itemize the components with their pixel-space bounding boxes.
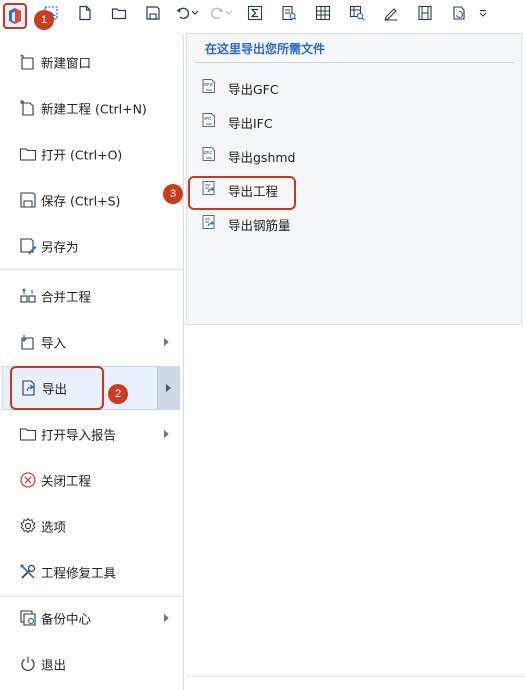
menu-item-label: 导入	[41, 335, 67, 351]
gear-icon	[18, 516, 38, 536]
svg-text:GFC: GFC	[204, 82, 214, 87]
submenu-item-label: 导出工程	[228, 184, 279, 199]
export-submenu: 在这里导出您所需文件 GFC 导出GFC IFC 导出IFC ZFC 导出gsh…	[186, 33, 522, 325]
close-icon	[18, 470, 38, 490]
submenu-item-export-gfc[interactable]: GFC 导出GFC	[197, 73, 497, 101]
export-project-icon	[201, 180, 217, 196]
menu-item-new-window[interactable]: 新建窗口	[0, 40, 184, 84]
submenu-item-export-rebar[interactable]: 导出钢筋量	[197, 209, 497, 237]
menu-item-options[interactable]: 选项	[0, 504, 184, 548]
menu-item-label: 备份中心	[41, 611, 92, 627]
menu-item-label: 工程修复工具	[41, 565, 117, 581]
more-dropdown-icon[interactable]	[476, 3, 490, 23]
quick-access-toolbar	[0, 0, 525, 29]
menu-item-exit[interactable]: 退出	[0, 642, 184, 686]
export-icon	[19, 378, 39, 398]
save-as-icon	[18, 236, 38, 256]
menu-item-import[interactable]: 导入	[0, 320, 184, 364]
refresh-export-icon[interactable]	[448, 3, 470, 23]
menu-item-backup-center[interactable]: 备份中心	[0, 596, 184, 640]
new-window-icon	[18, 52, 38, 72]
submenu-item-export-gshmd[interactable]: ZFC 导出gshmd	[197, 141, 497, 169]
step-badge-2: 2	[108, 384, 128, 404]
find-table-icon[interactable]	[346, 3, 368, 23]
save-icon[interactable]	[142, 3, 164, 23]
undo-dropdown-icon[interactable]	[190, 3, 200, 23]
save-icon	[18, 190, 38, 210]
menu-item-label: 另存为	[41, 239, 79, 255]
backup-icon	[18, 608, 38, 628]
film-icon[interactable]	[414, 3, 436, 23]
file-menu: 新建窗口 新建工程 (Ctrl+N) 打开 (Ctrl+O) 保存 (Ctrl+…	[0, 35, 184, 690]
submenu-divider	[195, 62, 515, 63]
submenu-item-label: 导出钢筋量	[228, 218, 291, 233]
new-file-icon[interactable]	[74, 3, 96, 23]
menu-item-label: 关闭工程	[41, 473, 92, 489]
menu-item-close-project[interactable]: 关闭工程	[0, 458, 184, 502]
submenu-item-label: 导出GFC	[228, 82, 279, 97]
open-folder-icon[interactable]	[108, 3, 130, 23]
step-badge-3: 3	[163, 184, 183, 204]
menu-item-label: 新建窗口	[41, 55, 92, 71]
app-logo-icon	[9, 8, 21, 24]
submenu-arrow-icon	[164, 430, 169, 438]
app-menu-button[interactable]	[3, 3, 27, 29]
submenu-title: 在这里导出您所需文件	[205, 42, 326, 56]
submenu-item-label: 导出IFC	[228, 116, 273, 131]
menu-item-export[interactable]: 导出	[2, 366, 180, 410]
menu-item-save[interactable]: 保存 (Ctrl+S)	[0, 178, 184, 222]
menu-item-label: 打开 (Ctrl+O)	[41, 147, 123, 163]
submenu-item-export-project[interactable]: 导出工程	[197, 175, 497, 203]
menu-item-open-import-report[interactable]: 打开导入报告	[0, 412, 184, 456]
table-icon[interactable]	[312, 3, 334, 23]
menu-item-label: 选项	[41, 519, 67, 535]
export-rebar-icon	[201, 214, 217, 230]
sigma-icon[interactable]	[244, 3, 266, 23]
new-project-icon	[18, 98, 38, 118]
svg-text:IFC: IFC	[204, 116, 212, 121]
step-badge-1: 1	[34, 10, 54, 30]
menu-item-repair-tools[interactable]: 工程修复工具	[0, 550, 184, 594]
open-folder-icon	[18, 144, 38, 164]
gfc-file-icon: GFC	[201, 78, 217, 94]
menu-item-open[interactable]: 打开 (Ctrl+O)	[0, 132, 184, 176]
menu-item-label: 合并工程	[41, 289, 92, 305]
submenu-item-label: 导出gshmd	[228, 150, 296, 165]
svg-text:ZFC: ZFC	[204, 150, 213, 155]
import-icon	[18, 332, 38, 352]
menu-item-label: 退出	[41, 657, 67, 673]
submenu-expand-button[interactable]	[157, 367, 179, 409]
menu-divider	[0, 269, 184, 270]
menu-item-label: 导出	[42, 381, 68, 397]
menu-item-merge-project[interactable]: 合并工程	[0, 274, 184, 318]
report-icon[interactable]	[278, 3, 300, 23]
menu-item-label: 打开导入报告	[41, 427, 117, 443]
power-icon	[18, 654, 38, 674]
content-divider	[186, 676, 525, 677]
menu-item-new-project[interactable]: 新建工程 (Ctrl+N)	[0, 86, 184, 130]
menu-item-label: 新建工程 (Ctrl+N)	[41, 101, 147, 117]
menu-item-save-as[interactable]: 另存为	[0, 224, 184, 268]
open-report-icon	[18, 424, 38, 444]
submenu-arrow-icon	[164, 338, 169, 346]
zfc-file-icon: ZFC	[201, 146, 217, 162]
redo-dropdown-icon[interactable]	[224, 3, 234, 23]
menu-item-label: 保存 (Ctrl+S)	[41, 193, 121, 209]
submenu-item-export-ifc[interactable]: IFC 导出IFC	[197, 107, 497, 135]
edit-pen-icon[interactable]	[380, 3, 402, 23]
merge-icon	[18, 286, 38, 306]
ifc-file-icon: IFC	[201, 112, 217, 128]
repair-tools-icon	[18, 562, 38, 582]
submenu-arrow-icon	[164, 614, 169, 622]
